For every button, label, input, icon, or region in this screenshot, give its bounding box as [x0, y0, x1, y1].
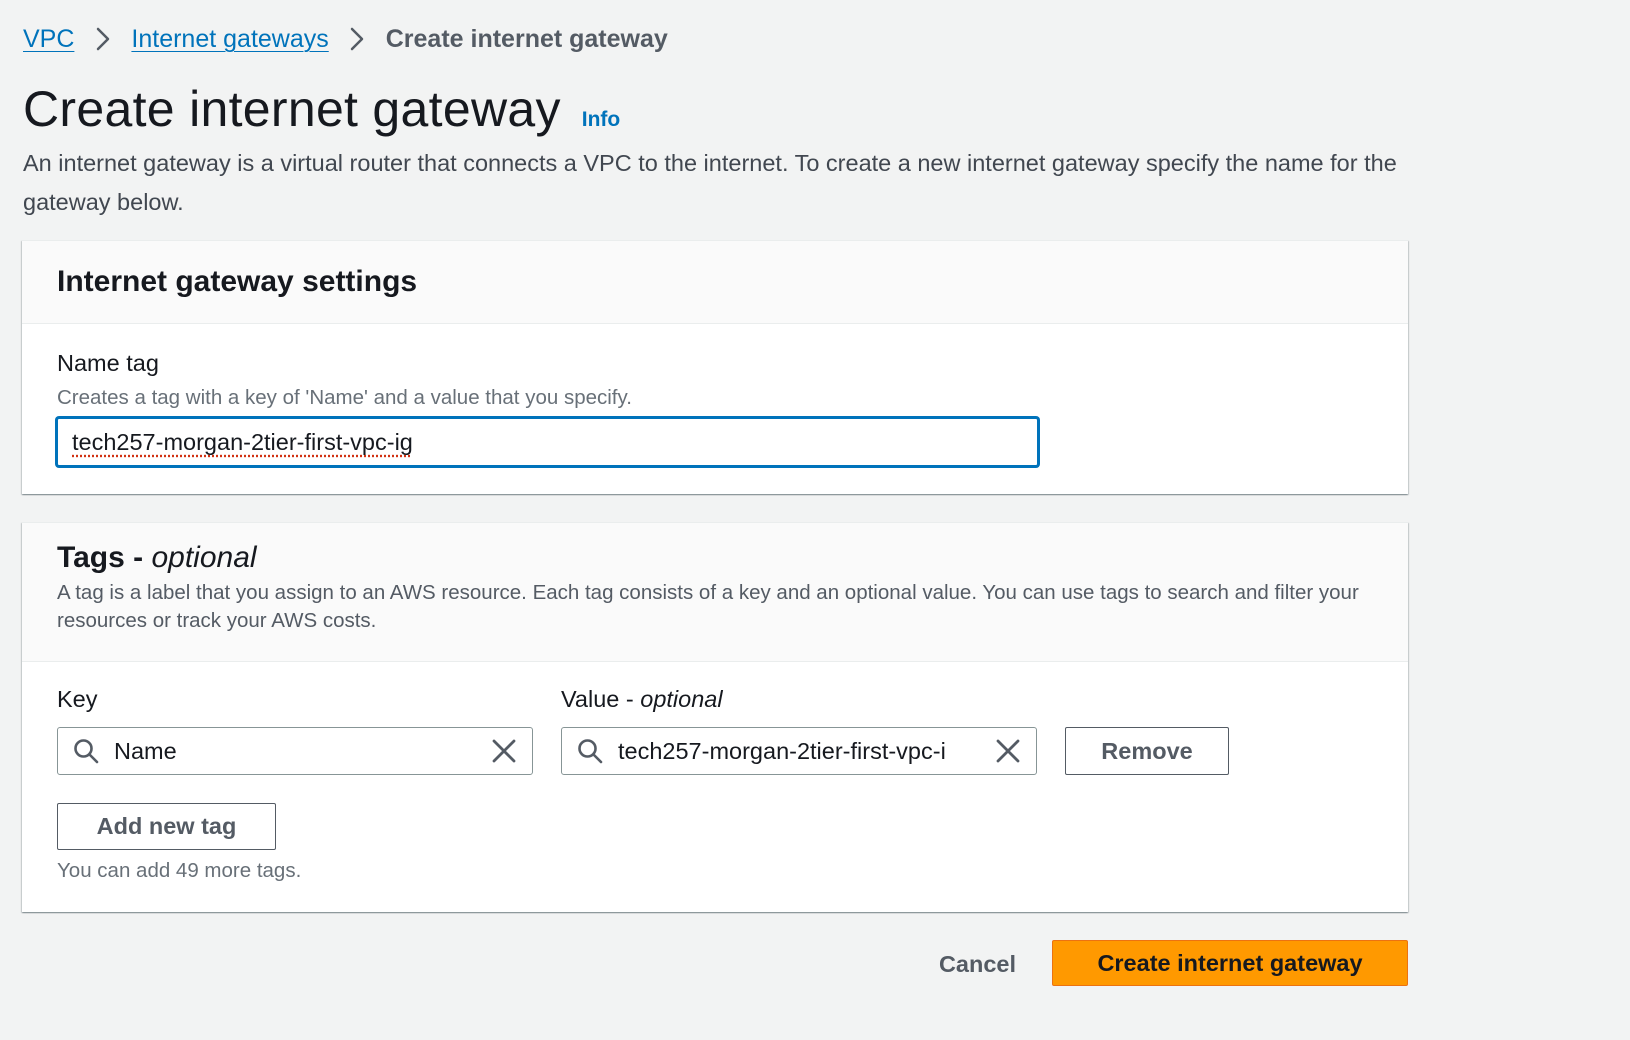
- tags-title-optional: optional: [151, 541, 257, 574]
- tag-value-input[interactable]: tech257-morgan-2tier-first-vpc-i: [561, 727, 1037, 775]
- tags-panel-title: Tags - optional: [57, 541, 1373, 575]
- breadcrumb-link-internet-gateways[interactable]: Internet gateways: [131, 22, 328, 56]
- create-internet-gateway-button[interactable]: Create internet gateway: [1052, 940, 1408, 986]
- settings-panel-header: Internet gateway settings: [22, 241, 1408, 324]
- tags-description: A tag is a label that you assign to an A…: [57, 581, 1359, 632]
- chevron-right-icon: [329, 27, 386, 51]
- settings-panel-title: Internet gateway settings: [57, 265, 418, 298]
- add-new-tag-button[interactable]: Add new tag: [57, 803, 276, 850]
- breadcrumb-link-vpc[interactable]: VPC: [23, 22, 74, 56]
- tags-panel-header: Tags - optional A tag is a label that yo…: [22, 523, 1408, 662]
- page-title: Create internet gateway: [23, 81, 561, 137]
- tag-value-label-optional: optional: [640, 686, 723, 712]
- tag-value-value: tech257-morgan-2tier-first-vpc-i: [618, 737, 946, 764]
- tags-panel: Tags - optional A tag is a label that yo…: [22, 522, 1408, 912]
- info-link[interactable]: Info: [582, 108, 620, 132]
- tag-value-label-text: Value -: [561, 686, 641, 712]
- name-tag-input[interactable]: tech257-morgan-2tier-first-vpc-ig: [56, 417, 1039, 467]
- tag-limit-text: You can add 49 more tags.: [57, 859, 302, 882]
- tags-title-text: Tags -: [57, 541, 152, 574]
- clear-icon[interactable]: [476, 739, 532, 763]
- settings-panel: Internet gateway settings Name tag Creat…: [22, 240, 1408, 494]
- name-tag-description: Creates a tag with a key of 'Name' and a…: [57, 386, 632, 409]
- clear-icon[interactable]: [980, 739, 1036, 763]
- name-tag-label: Name tag: [57, 350, 159, 376]
- remove-tag-button[interactable]: Remove: [1065, 727, 1229, 775]
- tag-key-label: Key: [57, 686, 98, 712]
- breadcrumb: VPC Internet gateways Create internet ga…: [23, 22, 668, 56]
- page-description: An internet gateway is a virtual router …: [23, 150, 1397, 215]
- breadcrumb-current: Create internet gateway: [385, 25, 668, 53]
- tag-key-input[interactable]: Name: [57, 727, 533, 775]
- search-icon: [58, 738, 114, 764]
- tag-key-value: Name: [114, 737, 177, 764]
- tag-value-label: Value - optional: [561, 686, 723, 713]
- chevron-right-icon: [74, 27, 131, 51]
- page-header: Create internet gateway Info: [23, 80, 620, 138]
- cancel-button[interactable]: Cancel: [920, 942, 1035, 986]
- search-icon: [562, 738, 618, 764]
